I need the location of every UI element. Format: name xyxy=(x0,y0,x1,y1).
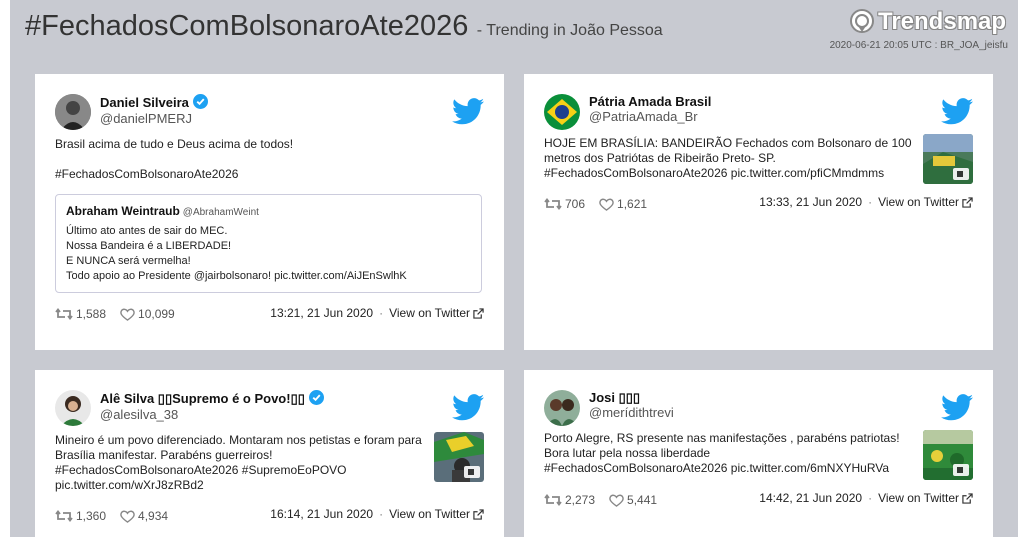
author-handle[interactable]: @merídithtrevi xyxy=(589,405,674,420)
author-name[interactable]: Alê Silva ▯▯Supremo é o Povo!▯▯ xyxy=(100,390,324,408)
video-camera-icon xyxy=(953,464,969,476)
author-handle[interactable]: @danielPMERJ xyxy=(100,111,192,126)
retweet-count[interactable]: 1,588 xyxy=(55,307,106,321)
tweet-meta: 13:21, 21 Jun 2020 · View on Twitter xyxy=(270,306,484,320)
tweet-stats: 2,273 5,441 xyxy=(544,493,671,507)
quoted-handle: @AbrahamWeint xyxy=(182,207,259,218)
trendsmap-pin-icon xyxy=(850,9,874,33)
tweet-meta: 14:42, 21 Jun 2020 · View on Twitter xyxy=(759,491,973,505)
twitter-bird-icon[interactable] xyxy=(941,98,973,125)
heart-icon xyxy=(599,198,614,211)
avatar[interactable] xyxy=(55,390,91,426)
retweet-icon xyxy=(544,198,562,210)
verified-badge-icon xyxy=(192,94,208,112)
tweet-card: Pátria Amada Brasil @PatriaAmada_Br HOJE… xyxy=(524,74,993,350)
heart-icon xyxy=(120,510,135,523)
avatar[interactable] xyxy=(55,94,91,130)
timestamp-stamp: 2020-06-21 20:05 UTC : BR_JOA_jeisfu xyxy=(829,40,1008,51)
tweet-text: HOJE EM BRASÍLIA: BANDEIRÃO Fechados com… xyxy=(544,136,912,180)
tweet-card: Alê Silva ▯▯Supremo é o Povo!▯▯ @alesilv… xyxy=(35,370,504,537)
trendsmap-logo[interactable]: Trendsmap xyxy=(848,6,1006,38)
quoted-text: Último ato antes de sair do MEC. Nossa B… xyxy=(66,225,407,282)
video-camera-icon xyxy=(464,466,480,478)
author-name[interactable]: Josi ▯▯▯ xyxy=(589,390,640,406)
tweet-text: Porto Alegre, RS presente nas manifestaç… xyxy=(544,431,900,475)
view-on-twitter-link[interactable]: View on Twitter xyxy=(389,507,470,521)
tweet-time[interactable]: 13:21, 21 Jun 2020 xyxy=(270,306,373,320)
avatar[interactable] xyxy=(544,390,580,426)
brand-name: Trendsmap xyxy=(878,8,1007,35)
tweet-card: Josi ▯▯▯ @merídithtrevi Porto Alegre, RS… xyxy=(524,370,993,537)
tweet-text: Mineiro é um povo diferenciado. Montaram… xyxy=(55,433,422,492)
tweet-time[interactable]: 14:42, 21 Jun 2020 xyxy=(759,491,862,505)
quoted-tweet[interactable]: Abraham Weintraub @AbrahamWeint Último at… xyxy=(55,194,482,293)
external-link-icon xyxy=(473,508,484,520)
tweet-time[interactable]: 16:14, 21 Jun 2020 xyxy=(270,507,373,521)
page-background: #FechadosComBolsonaroAte2026 - Trending … xyxy=(10,0,1018,537)
trending-location: - Trending in João Pessoa xyxy=(476,22,663,39)
like-count[interactable]: 10,099 xyxy=(120,307,175,321)
retweet-icon xyxy=(55,308,73,320)
heart-icon xyxy=(120,308,135,321)
tweet-stats: 1,360 4,934 xyxy=(55,509,182,523)
view-on-twitter-link[interactable]: View on Twitter xyxy=(878,195,959,209)
retweet-count[interactable]: 706 xyxy=(544,197,585,211)
author-name[interactable]: Pátria Amada Brasil xyxy=(589,94,711,109)
author-handle[interactable]: @PatriaAmada_Br xyxy=(589,109,698,124)
author-name[interactable]: Daniel Silveira xyxy=(100,94,208,112)
twitter-bird-icon[interactable] xyxy=(452,394,484,421)
retweet-count[interactable]: 1,360 xyxy=(55,509,106,523)
tweet-meta: 16:14, 21 Jun 2020 · View on Twitter xyxy=(270,507,484,521)
hashtag-title: #FechadosComBolsonaroAte2026 xyxy=(25,10,469,42)
tweet-text: Brasil acima de tudo e Deus acima de tod… xyxy=(55,137,294,182)
external-link-icon xyxy=(962,492,973,504)
like-count[interactable]: 5,441 xyxy=(609,493,657,507)
twitter-bird-icon[interactable] xyxy=(941,394,973,421)
external-link-icon xyxy=(962,196,973,208)
retweet-icon xyxy=(55,510,73,522)
tweet-meta: 13:33, 21 Jun 2020 · View on Twitter xyxy=(759,195,973,209)
page-title: #FechadosComBolsonaroAte2026 - Trending … xyxy=(25,10,663,43)
tweet-card: Daniel Silveira @danielPMERJ Brasil acim… xyxy=(35,74,504,350)
like-count[interactable]: 1,621 xyxy=(599,197,647,211)
retweet-icon xyxy=(544,494,562,506)
external-link-icon xyxy=(473,307,484,319)
like-count[interactable]: 4,934 xyxy=(120,509,168,523)
tweet-time[interactable]: 13:33, 21 Jun 2020 xyxy=(759,195,862,209)
twitter-bird-icon[interactable] xyxy=(452,98,484,125)
tweet-stats: 1,588 10,099 xyxy=(55,307,189,321)
retweet-count[interactable]: 2,273 xyxy=(544,493,595,507)
tweet-stats: 706 1,621 xyxy=(544,197,661,211)
view-on-twitter-link[interactable]: View on Twitter xyxy=(389,306,470,320)
verified-badge-icon xyxy=(308,390,324,408)
media-thumbnail[interactable] xyxy=(434,432,484,482)
avatar[interactable] xyxy=(544,94,580,130)
view-on-twitter-link[interactable]: View on Twitter xyxy=(878,491,959,505)
media-thumbnail[interactable] xyxy=(923,430,973,480)
media-thumbnail[interactable] xyxy=(923,134,973,184)
video-camera-icon xyxy=(953,168,969,180)
heart-icon xyxy=(609,494,624,507)
hashtag-link[interactable]: #FechadosComBolsonaroAte2026 xyxy=(55,167,293,182)
quoted-author: Abraham Weintraub @AbrahamWeint xyxy=(66,204,259,218)
author-handle[interactable]: @alesilva_38 xyxy=(100,407,178,422)
